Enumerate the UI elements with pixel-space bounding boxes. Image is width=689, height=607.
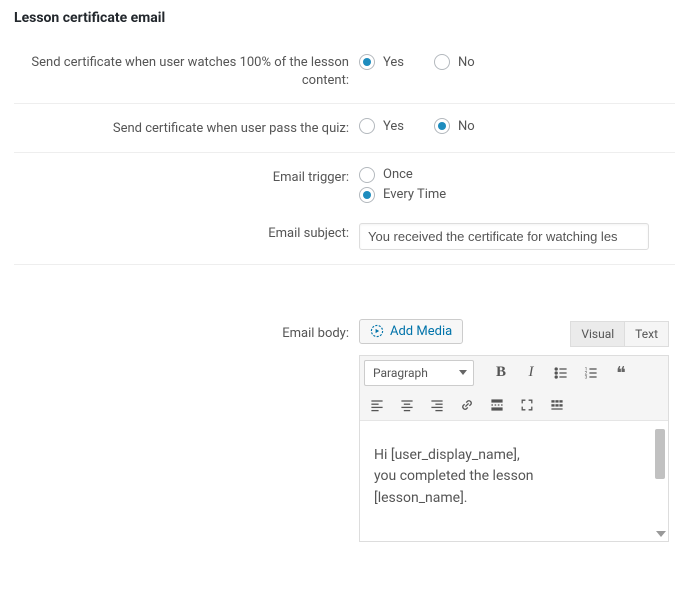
kitchensink-icon: [549, 397, 565, 413]
bullet-list-icon: [553, 365, 569, 381]
italic-icon: I: [529, 365, 534, 380]
bold-button[interactable]: B: [488, 360, 514, 386]
subject-label: Email subject:: [14, 223, 359, 243]
number-list-icon: 123: [583, 365, 599, 381]
radio-label: Every Time: [383, 187, 446, 202]
radio-icon: [434, 54, 450, 70]
subject-input[interactable]: [359, 223, 649, 250]
format-select[interactable]: Paragraph: [364, 360, 474, 386]
align-left-button[interactable]: [364, 392, 390, 418]
body-line: Hi [user_display_name],: [374, 445, 654, 467]
editor: Paragraph B I 123 ❝: [359, 355, 669, 542]
radio-label: Once: [383, 167, 413, 182]
add-media-button[interactable]: Add Media: [359, 319, 463, 344]
tab-visual[interactable]: Visual: [570, 321, 625, 347]
section-title: Lesson certificate email: [14, 10, 675, 26]
body-line: you completed the lesson: [374, 466, 654, 488]
radio-icon: [359, 167, 375, 183]
radio-label: Yes: [383, 119, 404, 134]
quote-icon: ❝: [616, 364, 626, 382]
svg-text:3: 3: [585, 374, 588, 380]
radio-icon: [359, 54, 375, 70]
align-right-icon: [429, 397, 445, 413]
quiz-label: Send certificate when user pass the quiz…: [14, 118, 359, 138]
watch-no-radio[interactable]: No: [434, 54, 475, 70]
align-right-button[interactable]: [424, 392, 450, 418]
bold-icon: B: [496, 365, 506, 380]
editor-toolbar: Paragraph B I 123 ❝: [360, 356, 668, 421]
radio-label: No: [458, 119, 475, 134]
quiz-no-radio[interactable]: No: [434, 118, 475, 134]
link-icon: [459, 397, 475, 413]
quiz-yes-radio[interactable]: Yes: [359, 118, 404, 134]
radio-icon: [359, 118, 375, 134]
align-center-icon: [399, 397, 415, 413]
trigger-label: Email trigger:: [14, 167, 359, 187]
align-left-icon: [369, 397, 385, 413]
fullscreen-button[interactable]: [514, 392, 540, 418]
radio-icon: [434, 118, 450, 134]
radio-label: Yes: [383, 55, 404, 70]
scroll-down-icon[interactable]: [656, 531, 666, 537]
kitchensink-button[interactable]: [544, 392, 570, 418]
editor-content[interactable]: Hi [user_display_name], you completed th…: [360, 421, 668, 541]
radio-label: No: [458, 55, 475, 70]
readmore-icon: [489, 397, 505, 413]
align-center-button[interactable]: [394, 392, 420, 418]
format-select-label: Paragraph: [373, 366, 428, 380]
number-list-button[interactable]: 123: [578, 360, 604, 386]
link-button[interactable]: [454, 392, 480, 418]
add-media-label: Add Media: [390, 324, 452, 339]
tab-text[interactable]: Text: [625, 321, 669, 347]
trigger-once-radio[interactable]: Once: [359, 167, 675, 183]
media-icon: [370, 324, 384, 338]
body-label: Email body:: [14, 319, 359, 343]
radio-icon: [359, 187, 375, 203]
trigger-every-radio[interactable]: Every Time: [359, 187, 675, 203]
italic-button[interactable]: I: [518, 360, 544, 386]
fullscreen-icon: [519, 397, 535, 413]
watch-label: Send certificate when user watches 100% …: [14, 54, 359, 89]
scrollbar-thumb[interactable]: [655, 429, 665, 479]
blockquote-button[interactable]: ❝: [608, 360, 634, 386]
bullet-list-button[interactable]: [548, 360, 574, 386]
readmore-button[interactable]: [484, 392, 510, 418]
body-line: [lesson_name].: [374, 488, 654, 510]
chevron-down-icon: [459, 370, 467, 375]
watch-yes-radio[interactable]: Yes: [359, 54, 404, 70]
